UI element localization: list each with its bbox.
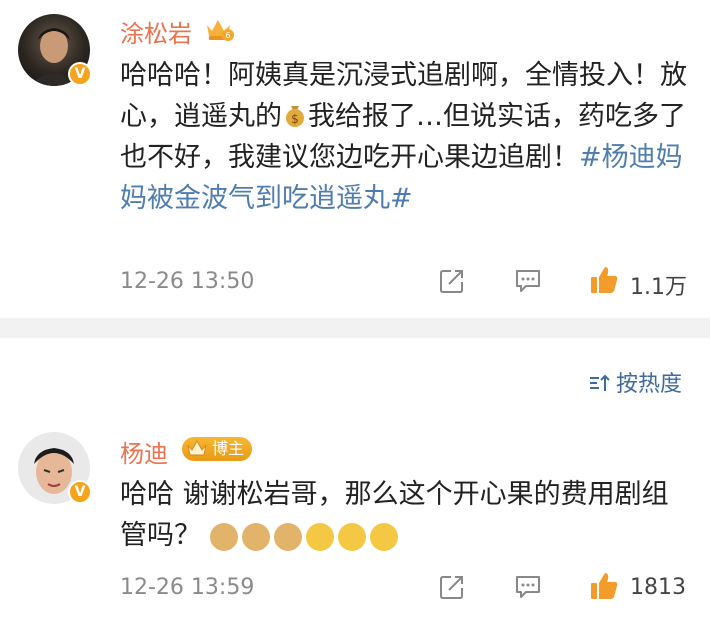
author-name[interactable]: 杨迪 [120,434,168,469]
crown-icon [186,439,208,466]
timestamp: 12-26 13:59 [120,575,255,600]
blogger-badge: 博主 [182,437,253,461]
badge-label: 博主 [212,439,245,458]
like-icon[interactable] [588,570,620,606]
doge-emoji-icon [273,522,302,551]
doge-emoji-icon [241,522,270,551]
like-count: 1813 [630,575,686,600]
comment-text: 哈哈 谢谢松岩哥，那么这个开心果的费用剧组管吗？ [120,474,690,556]
verified-badge-icon: V [68,480,92,504]
comment-item: V 杨迪 博主 哈哈 谢谢松岩哥，那么这个开心果的费用剧组管吗？ 12-26 1… [0,0,710,621]
laugh-cry-emoji-icon [369,522,398,551]
share-icon[interactable] [439,574,465,604]
comment-icon[interactable] [514,574,542,604]
laugh-cry-emoji-icon [305,522,334,551]
laugh-cry-emoji-icon [337,522,366,551]
doge-emoji-icon [209,522,238,551]
